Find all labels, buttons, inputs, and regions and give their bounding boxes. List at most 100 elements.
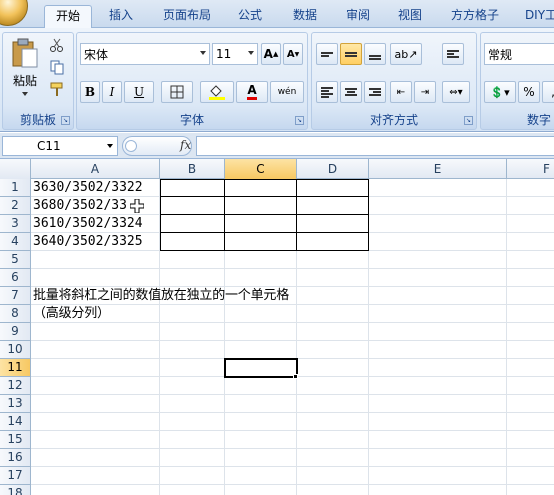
cell-d14[interactable]: [297, 413, 369, 431]
cell-c10[interactable]: [225, 341, 297, 359]
cell-c1[interactable]: [225, 179, 297, 197]
cell-d18[interactable]: [297, 485, 369, 495]
cell-c2[interactable]: [225, 197, 297, 215]
cell-f2[interactable]: [507, 197, 554, 215]
cell-f11[interactable]: [507, 359, 554, 377]
dialog-launcher-icon[interactable]: ↘: [464, 116, 473, 125]
cell-e13[interactable]: [369, 395, 507, 413]
cell-c3[interactable]: [225, 215, 297, 233]
cell-a11[interactable]: [31, 359, 160, 377]
cell-c16[interactable]: [225, 449, 297, 467]
row-header[interactable]: 2: [0, 197, 31, 215]
row-header[interactable]: 15: [0, 431, 31, 449]
align-top-button[interactable]: [316, 43, 338, 65]
cell-d7[interactable]: [297, 287, 369, 305]
row-header[interactable]: 17: [0, 467, 31, 485]
column-header-d[interactable]: D: [297, 159, 369, 179]
cell-a9[interactable]: [31, 323, 160, 341]
row-header[interactable]: 7: [0, 287, 31, 305]
cell-a18[interactable]: [31, 485, 160, 495]
cut-button[interactable]: [49, 37, 67, 55]
cell-e10[interactable]: [369, 341, 507, 359]
cell-b1[interactable]: [160, 179, 225, 197]
row-header[interactable]: 18: [0, 485, 31, 495]
cell-d8[interactable]: [297, 305, 369, 323]
office-button[interactable]: [0, 0, 28, 26]
cell-d17[interactable]: [297, 467, 369, 485]
copy-button[interactable]: [49, 59, 67, 77]
font-color-button[interactable]: A: [236, 81, 268, 103]
orientation-button[interactable]: ab↗: [390, 43, 422, 65]
cell-a12[interactable]: [31, 377, 160, 395]
cell-a1[interactable]: 3630/3502/3322: [31, 179, 160, 197]
cell-a15[interactable]: [31, 431, 160, 449]
row-header[interactable]: 9: [0, 323, 31, 341]
cell-d9[interactable]: [297, 323, 369, 341]
cell-d11[interactable]: [297, 359, 369, 377]
cell-b12[interactable]: [160, 377, 225, 395]
tab-formulas[interactable]: 公式: [228, 5, 272, 28]
cell-c4[interactable]: [225, 233, 297, 251]
cell-d12[interactable]: [297, 377, 369, 395]
cell-f6[interactable]: [507, 269, 554, 287]
cell-a17[interactable]: [31, 467, 160, 485]
cell-b15[interactable]: [160, 431, 225, 449]
cell-f15[interactable]: [507, 431, 554, 449]
phonetic-button[interactable]: wén: [270, 81, 304, 103]
cell-b3[interactable]: [160, 215, 225, 233]
cell-b16[interactable]: [160, 449, 225, 467]
formula-input[interactable]: [196, 136, 554, 156]
align-bottom-button[interactable]: [364, 43, 386, 65]
cell-e7[interactable]: [369, 287, 507, 305]
column-header-b[interactable]: B: [160, 159, 225, 179]
tab-fangfang[interactable]: 方方格子: [443, 5, 507, 28]
cell-b13[interactable]: [160, 395, 225, 413]
cell-d16[interactable]: [297, 449, 369, 467]
row-header[interactable]: 3: [0, 215, 31, 233]
cell-f4[interactable]: [507, 233, 554, 251]
accounting-format-button[interactable]: 💲▾: [484, 81, 516, 103]
cell-c9[interactable]: [225, 323, 297, 341]
cell-c6[interactable]: [225, 269, 297, 287]
row-header[interactable]: 11: [0, 359, 31, 377]
dialog-launcher-icon[interactable]: ↘: [61, 116, 70, 125]
tab-view[interactable]: 视图: [388, 5, 432, 28]
cell-b17[interactable]: [160, 467, 225, 485]
cell-c18[interactable]: [225, 485, 297, 495]
cell-b11[interactable]: [160, 359, 225, 377]
row-header[interactable]: 13: [0, 395, 31, 413]
cell-f13[interactable]: [507, 395, 554, 413]
tab-insert[interactable]: 插入: [100, 5, 142, 28]
select-all-corner[interactable]: [0, 159, 31, 179]
cell-b14[interactable]: [160, 413, 225, 431]
cell-f5[interactable]: [507, 251, 554, 269]
cell-c11[interactable]: [224, 358, 298, 378]
cell-b6[interactable]: [160, 269, 225, 287]
row-header[interactable]: 14: [0, 413, 31, 431]
cell-e17[interactable]: [369, 467, 507, 485]
cell-c14[interactable]: [225, 413, 297, 431]
cell-c8[interactable]: [225, 305, 297, 323]
comma-style-button[interactable]: ,: [542, 81, 554, 103]
cell-f18[interactable]: [507, 485, 554, 495]
tab-review[interactable]: 审阅: [336, 5, 380, 28]
cell-d4[interactable]: [297, 233, 369, 251]
cell-e4[interactable]: [369, 233, 507, 251]
format-painter-button[interactable]: [49, 81, 67, 99]
paste-button[interactable]: 粘贴: [7, 35, 43, 109]
decrease-indent-button[interactable]: ⇤: [390, 81, 412, 103]
row-header[interactable]: 16: [0, 449, 31, 467]
cell-b5[interactable]: [160, 251, 225, 269]
cell-b8[interactable]: [160, 305, 225, 323]
fill-color-button[interactable]: [200, 81, 234, 103]
cell-b10[interactable]: [160, 341, 225, 359]
cell-d2[interactable]: [297, 197, 369, 215]
cell-f16[interactable]: [507, 449, 554, 467]
column-header-f[interactable]: F: [507, 159, 554, 179]
cell-f8[interactable]: [507, 305, 554, 323]
tab-data[interactable]: 数据: [283, 5, 327, 28]
cell-e16[interactable]: [369, 449, 507, 467]
cell-f10[interactable]: [507, 341, 554, 359]
column-header-c[interactable]: C: [225, 159, 297, 179]
row-header[interactable]: 4: [0, 233, 31, 251]
